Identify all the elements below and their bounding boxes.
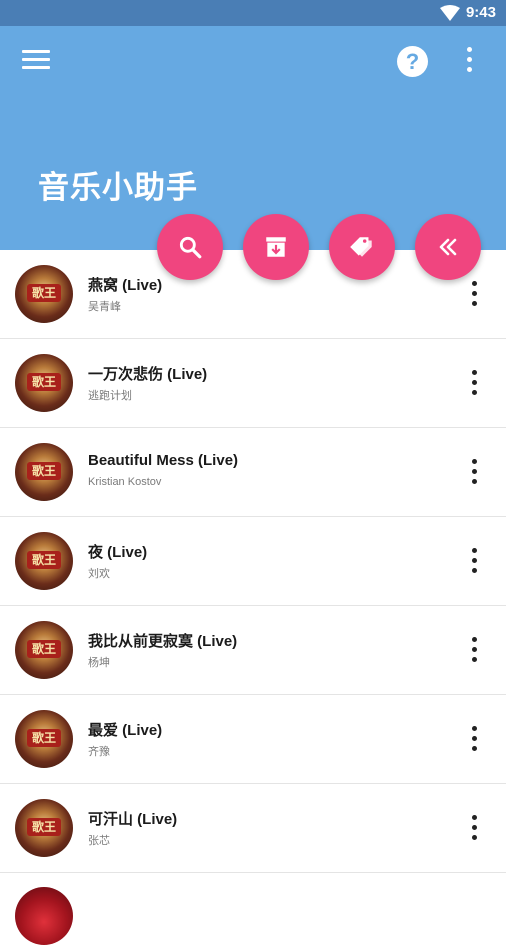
song-row[interactable]: 歌王 可汗山 (Live) 张芯 xyxy=(0,784,506,873)
song-more-icon[interactable] xyxy=(467,726,483,752)
status-bar: 9:43 xyxy=(0,0,506,26)
album-cover: 歌王 xyxy=(15,532,73,590)
album-cover: 歌王 xyxy=(15,354,73,412)
search-icon xyxy=(179,236,202,259)
song-more-icon[interactable] xyxy=(467,548,483,574)
cover-badge: 歌王 xyxy=(27,284,61,302)
double-chevron-left-icon xyxy=(439,238,457,256)
song-more-icon[interactable] xyxy=(467,370,483,396)
song-row[interactable]: 歌王 夜 (Live) 刘欢 xyxy=(0,517,506,606)
song-list: 歌王 燕窝 (Live) 吴青峰 歌王 一万次悲伤 (Live) 逃跑计划 歌王… xyxy=(0,250,506,945)
song-artist: 逃跑计划 xyxy=(88,390,132,402)
song-more-icon[interactable] xyxy=(467,459,483,485)
song-row[interactable]: 歌王 一万次悲伤 (Live) 逃跑计划 xyxy=(0,339,506,428)
cover-badge: 歌王 xyxy=(27,818,61,836)
song-title: 燕窝 (Live) xyxy=(88,277,163,294)
app-bar: ? 音乐小助手 xyxy=(0,26,506,250)
album-cover: 歌王 xyxy=(15,710,73,768)
song-artist: Kristian Kostov xyxy=(88,476,162,488)
status-time: 9:43 xyxy=(465,4,496,21)
archive-button[interactable] xyxy=(243,214,309,280)
song-title: 最爱 (Live) xyxy=(88,722,163,739)
song-artist: 杨坤 xyxy=(88,657,110,669)
song-row-partial[interactable] xyxy=(0,873,506,945)
collapse-button[interactable] xyxy=(415,214,481,280)
wifi-icon xyxy=(440,5,460,21)
album-cover: 歌王 xyxy=(15,265,73,323)
cover-badge: 歌王 xyxy=(27,729,61,747)
song-artist: 刘欢 xyxy=(88,568,110,580)
song-row[interactable]: 歌王 最爱 (Live) 齐豫 xyxy=(0,695,506,784)
archive-download-icon xyxy=(266,237,286,257)
search-button[interactable] xyxy=(157,214,223,280)
cover-badge: 歌王 xyxy=(27,462,61,480)
song-more-icon[interactable] xyxy=(467,281,483,307)
song-row[interactable]: 歌王 我比从前更寂寞 (Live) 杨坤 xyxy=(0,606,506,695)
cover-badge: 歌王 xyxy=(27,373,61,391)
song-title: 夜 (Live) xyxy=(88,544,148,561)
song-artist: 吴青峰 xyxy=(88,301,121,313)
song-title: 我比从前更寂寞 (Live) xyxy=(88,633,238,650)
song-title: 一万次悲伤 (Live) xyxy=(88,366,208,383)
tags-icon xyxy=(350,237,372,257)
cover-badge: 歌王 xyxy=(27,551,61,569)
song-more-icon[interactable] xyxy=(467,815,483,841)
song-artist: 张芯 xyxy=(88,835,110,847)
song-title: 可汗山 (Live) xyxy=(88,811,178,828)
app-title: 音乐小助手 xyxy=(38,170,198,205)
album-cover: 歌王 xyxy=(15,621,73,679)
song-artist: 齐豫 xyxy=(88,746,110,758)
album-cover xyxy=(15,887,73,945)
overflow-menu-icon[interactable] xyxy=(462,47,478,75)
album-cover: 歌王 xyxy=(15,799,73,857)
song-more-icon[interactable] xyxy=(467,637,483,663)
help-icon[interactable]: ? xyxy=(397,46,428,77)
song-row[interactable]: 歌王 Beautiful Mess (Live) Kristian Kostov xyxy=(0,428,506,517)
song-title: Beautiful Mess (Live) xyxy=(88,452,239,469)
menu-icon[interactable] xyxy=(22,50,50,72)
cover-badge: 歌王 xyxy=(27,640,61,658)
album-cover: 歌王 xyxy=(15,443,73,501)
tags-button[interactable] xyxy=(329,214,395,280)
